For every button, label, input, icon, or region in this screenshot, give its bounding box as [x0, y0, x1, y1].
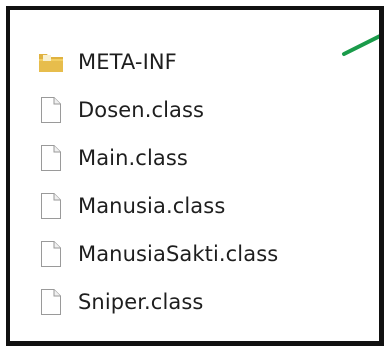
file-manusia-class[interactable]: Manusia.class	[38, 182, 278, 230]
file-icon	[38, 239, 64, 269]
folder-meta-inf[interactable]: META-INF	[38, 38, 278, 86]
file-main-class[interactable]: Main.class	[38, 134, 278, 182]
file-name: ManusiaSakti.class	[78, 242, 279, 266]
file-name: META-INF	[78, 50, 177, 74]
file-icon	[38, 95, 64, 125]
file-icon	[38, 143, 64, 173]
file-name: Sniper.class	[78, 290, 204, 314]
file-icon	[38, 191, 64, 221]
file-dosen-class[interactable]: Dosen.class	[38, 86, 278, 134]
folder-icon	[38, 47, 64, 77]
file-manusiasakti-class[interactable]: ManusiaSakti.class	[38, 230, 278, 278]
file-sniper-class[interactable]: Sniper.class	[38, 278, 278, 326]
explorer-file-pane: META-INF Dosen.class Main.class Manusia.…	[6, 6, 384, 346]
file-name: Manusia.class	[78, 194, 226, 218]
file-name: Dosen.class	[78, 98, 205, 122]
file-name: Main.class	[78, 146, 188, 170]
file-icon	[38, 287, 64, 317]
file-list: META-INF Dosen.class Main.class Manusia.…	[38, 38, 278, 326]
